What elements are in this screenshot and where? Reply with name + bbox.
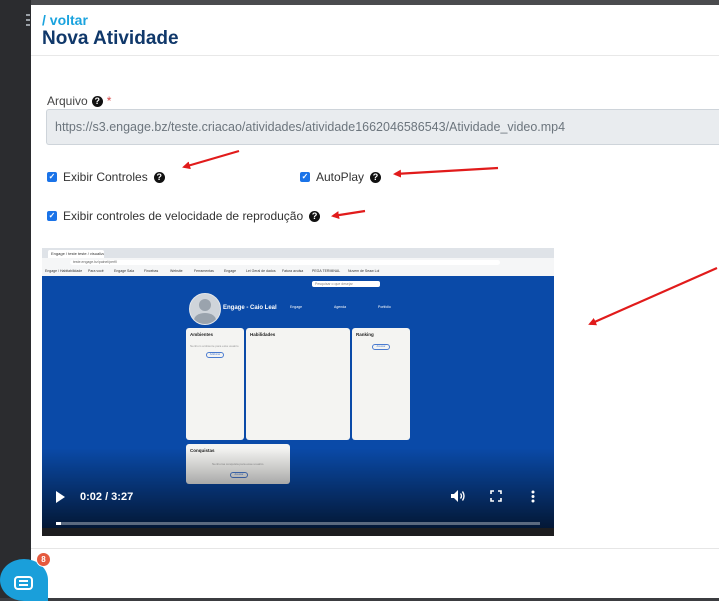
video-bookmark: Para você: [88, 269, 104, 273]
video-card: Habilidades: [246, 328, 350, 440]
help-icon[interactable]: ?: [370, 171, 382, 183]
show-controls-label: Exibir Controles: [63, 170, 148, 184]
volume-icon[interactable]: [450, 489, 466, 503]
modal-footer-divider: [31, 548, 719, 549]
video-time: 0:02 / 3:27: [80, 491, 134, 503]
playback-speed-label: Exibir controles de velocidade de reprod…: [63, 209, 304, 223]
video-link: Portfolio: [378, 305, 391, 309]
video-bookmark: Lei Geral de dados: [246, 269, 276, 273]
video-card-button: Adicionar: [206, 352, 224, 358]
help-icon[interactable]: ?: [153, 171, 165, 183]
video-bookmark: Engage Sala: [114, 269, 135, 273]
video-card-title: Ambientes: [190, 332, 214, 337]
back-link[interactable]: / voltar: [42, 12, 88, 28]
fullscreen-icon[interactable]: [490, 490, 502, 502]
chat-icon: [14, 576, 33, 590]
autoplay-label: AutoPlay: [316, 170, 365, 184]
video-bookmark: Fincebas: [144, 269, 159, 273]
video-bookmark: Engage: [224, 269, 237, 273]
video-card-button: Acessar: [372, 344, 390, 350]
video-player[interactable]: Engage / teste teste / visualizar teste.…: [42, 248, 554, 536]
video-card-title: Ranking: [356, 332, 374, 337]
video-address-text: teste.engage.bz/painel/perfil: [70, 260, 500, 265]
play-icon[interactable]: [56, 491, 65, 503]
video-profile-name: Engage - Caio Leal: [223, 305, 277, 311]
show-controls-checkbox[interactable]: ✓: [47, 172, 57, 182]
playback-speed-option[interactable]: ✓ Exibir controles de velocidade de repr…: [47, 209, 321, 223]
video-bookmark: Fatura avulsa: [282, 269, 304, 273]
video-card-title: Habilidades: [250, 332, 276, 337]
required-mark: *: [106, 94, 112, 108]
help-icon[interactable]: ?: [91, 95, 103, 107]
video-card: Ambientes Nenhum ambiente para esta usuá…: [186, 328, 244, 440]
autoplay-option[interactable]: ✓ AutoPlay ?: [300, 170, 382, 184]
autoplay-checkbox[interactable]: ✓: [300, 172, 310, 182]
video-bookmark: Ferramentas: [194, 269, 214, 273]
video-browser-tab: Engage / teste teste / visualizar: [48, 250, 104, 258]
video-card: Ranking Acessar: [352, 328, 410, 440]
show-controls-option[interactable]: ✓ Exibir Controles ?: [47, 170, 165, 184]
video-progress-bar[interactable]: [56, 522, 540, 525]
video-bookmark: Nuvem de Seaw Lol: [348, 269, 380, 273]
notification-badge: 8: [36, 552, 51, 567]
video-link: Agenda: [334, 305, 347, 309]
video-search: Pesquisar o que desejar: [312, 281, 380, 287]
video-bookmark: PEGA TERMINAL: [312, 269, 341, 273]
video-progress-fill: [56, 522, 61, 525]
video-card-text: Nenhum ambiente para esta usuário: [190, 344, 239, 348]
video-bottom-strip: [42, 528, 554, 536]
file-field-label: Arquivo ? *: [47, 94, 111, 108]
more-options-icon[interactable]: [531, 490, 535, 503]
file-label-text: Arquivo: [47, 94, 88, 108]
video-bookmark: Engage / Habitabilidade: [45, 269, 83, 273]
video-bookmark: Website: [170, 269, 183, 273]
file-url-input[interactable]: [46, 109, 719, 145]
video-browser-tabs: Engage / teste teste / visualizar: [42, 248, 554, 258]
help-icon[interactable]: ?: [309, 210, 321, 222]
avatar: [189, 293, 221, 325]
playback-speed-checkbox[interactable]: ✓: [47, 211, 57, 221]
new-activity-modal: / voltar Nova Atividade Arquivo ? * ✓ Ex…: [31, 5, 719, 598]
page-title: Nova Atividade: [42, 28, 179, 49]
video-link: Engage: [290, 305, 303, 309]
modal-header: / voltar Nova Atividade: [31, 5, 719, 56]
page-backdrop: [0, 0, 31, 601]
